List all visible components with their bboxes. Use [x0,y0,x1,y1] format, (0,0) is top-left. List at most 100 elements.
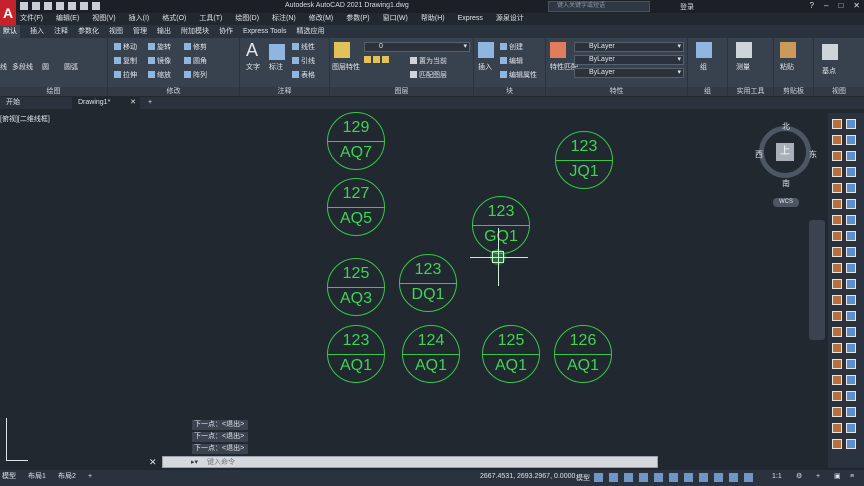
palette-tool-icon[interactable] [846,439,856,449]
workspace-gear-icon[interactable]: ⚙ [796,470,802,484]
viewport-controls[interactable]: [俯视][二维线框] [0,114,50,124]
palette-tool-icon[interactable] [832,151,842,161]
tab-model[interactable]: 模型 [2,470,16,484]
measure-icon[interactable] [736,42,752,58]
viewcube-top-face[interactable]: 上 [776,143,794,161]
menu-file[interactable]: 文件(F) [20,13,43,25]
menu-parametric[interactable]: 参数(P) [346,13,369,25]
move-button[interactable]: 移动 [114,42,137,52]
palette-tool-icon[interactable] [846,343,856,353]
rotate-button[interactable]: 旋转 [148,42,171,52]
mirror-button[interactable]: 镜像 [148,56,171,66]
palette-tool-icon[interactable] [832,423,842,433]
layer-off-icon[interactable] [382,56,389,63]
circle-button[interactable]: 圆 [42,62,49,72]
search-input[interactable]: 键入关键字或短语 [548,1,650,12]
palette-tool-icon[interactable] [832,311,842,321]
close-icon[interactable]: ✕ [853,1,860,10]
match-properties-icon[interactable] [550,42,566,58]
palette-tool-icon[interactable] [832,359,842,369]
insert-block-button[interactable]: 插入 [478,62,492,72]
palette-tool-icon[interactable] [846,231,856,241]
tab-close-icon[interactable]: ✕ [130,97,136,109]
panel-clipboard-title[interactable]: 剪贴板 [774,87,813,96]
menu-tools[interactable]: 工具(T) [199,13,222,25]
tab-express-tools[interactable]: Express Tools [243,25,286,38]
compass-east[interactable]: 东 [809,149,817,160]
palette-tool-icon[interactable] [832,135,842,145]
copy-button[interactable]: 复制 [114,56,137,66]
panel-utilities-title[interactable]: 实用工具 [728,87,773,96]
customization-icon[interactable]: ≡ [850,470,854,484]
palette-tool-icon[interactable] [832,167,842,177]
tab-layout1[interactable]: 布局1 [28,470,46,484]
palette-tool-icon[interactable] [832,279,842,289]
tab-addins[interactable]: 附加模块 [181,25,209,38]
otrack-icon[interactable] [669,473,678,482]
arc-button[interactable]: 圆弧 [64,62,78,72]
transparency-icon[interactable] [699,473,708,482]
base-view-icon[interactable] [822,44,838,60]
panel-layers-title[interactable]: 图层 [330,87,473,96]
tab-default[interactable]: 默认 [0,25,20,38]
fillet-button[interactable]: 圆角 [184,56,207,66]
tab-parametric[interactable]: 参数化 [78,25,99,38]
palette-tool-icon[interactable] [832,407,842,417]
open-icon[interactable] [32,2,40,10]
panel-draw-title[interactable]: 绘图 [0,87,107,96]
panel-modify-title[interactable]: 修改 [108,87,239,96]
model-space-toggle[interactable]: 模型 [576,473,590,483]
color-dropdown[interactable]: ByLayer [574,42,684,52]
palette-tool-icon[interactable] [846,135,856,145]
command-prompt-icon[interactable]: ▸▾ [191,458,198,466]
grid-bubble[interactable]: 129 AQ7 [327,112,385,170]
panel-view-title[interactable]: 视图 [814,87,864,96]
menu-express[interactable]: Express [458,13,483,25]
command-close-icon[interactable]: ✕ [149,457,157,468]
palette-tool-icon[interactable] [846,295,856,305]
create-block-button[interactable]: 创建 [500,42,523,52]
auto-scale-icon[interactable] [744,473,753,482]
tab-featured-apps[interactable]: 精选应用 [296,25,324,38]
tab-annotate[interactable]: 注释 [54,25,68,38]
menu-edit[interactable]: 编辑(E) [56,13,79,25]
palette-tool-icon[interactable] [846,279,856,289]
menu-help[interactable]: 帮助(H) [421,13,445,25]
polyline-button[interactable]: 多段线 [12,62,33,72]
palette-tool-icon[interactable] [846,359,856,369]
table-button[interactable]: 表格 [292,70,315,80]
palette-tool-icon[interactable] [832,183,842,193]
panel-groups-title[interactable]: 组 [688,87,727,96]
leader-button[interactable]: 引线 [292,56,315,66]
linetype-dropdown[interactable]: ByLayer [574,55,684,65]
annotation-scale[interactable]: 1:1 [772,473,782,480]
menu-view[interactable]: 视图(V) [92,13,115,25]
edit-block-button[interactable]: 编辑 [500,56,523,66]
panel-block-title[interactable]: 块 [474,87,545,96]
coordinates-readout[interactable]: 2667.4531, 2693.2967, 0.0000 [480,473,575,480]
tab-collaborate[interactable]: 协作 [219,25,233,38]
set-current-button[interactable]: 置为当前 [410,56,447,66]
palette-tool-icon[interactable] [832,263,842,273]
ortho-icon[interactable] [624,473,633,482]
save-as-icon[interactable] [56,2,64,10]
palette-tool-icon[interactable] [846,183,856,193]
grid-bubble[interactable]: 123 AQ1 [327,325,385,383]
line-button[interactable]: 线 [0,62,7,72]
app-logo-icon[interactable]: A [0,0,16,26]
measure-button[interactable]: 测量 [736,62,750,72]
palette-tool-icon[interactable] [846,151,856,161]
polar-icon[interactable] [639,473,648,482]
grid-bubble[interactable]: 124 AQ1 [402,325,460,383]
palette-tool-icon[interactable] [846,199,856,209]
palette-tool-icon[interactable] [846,215,856,225]
palette-tool-icon[interactable] [846,375,856,385]
palette-tool-icon[interactable] [832,119,842,129]
grid-icon[interactable] [594,473,603,482]
grid-bubble[interactable]: 123 JQ1 [555,131,613,189]
text-button[interactable]: 文字 [246,62,260,72]
palette-tool-icon[interactable] [846,423,856,433]
layer-isolate-icon[interactable] [364,56,371,63]
login-button[interactable]: 登录 [680,2,694,12]
grid-bubble[interactable]: 123 DQ1 [399,254,457,312]
